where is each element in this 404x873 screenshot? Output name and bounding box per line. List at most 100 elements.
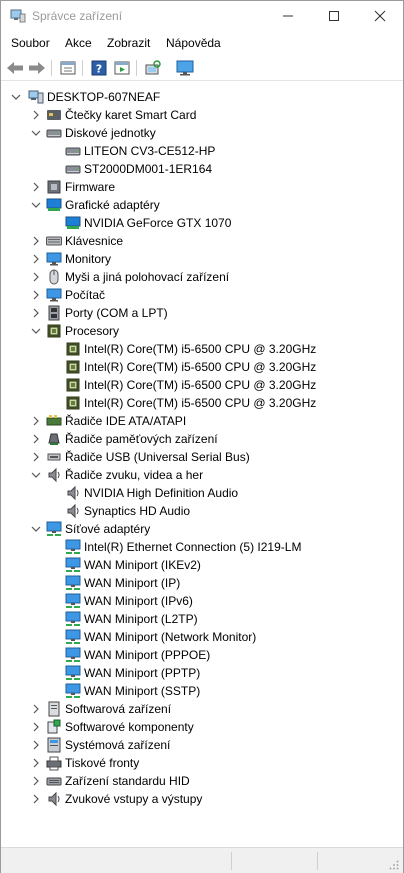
tree-device-item[interactable]: Intel(R) Core(TM) i5-6500 CPU @ 3.20GHz (1, 376, 401, 394)
tree-device-item[interactable]: WAN Miniport (IPv6) (1, 592, 401, 610)
chevron-down-icon[interactable] (11, 91, 21, 103)
run-button[interactable] (112, 58, 132, 78)
tree-category-item[interactable]: Řadiče IDE ATA/ATAPI (1, 412, 401, 430)
tree-category-item[interactable]: Zvukové vstupy a výstupy (1, 790, 401, 808)
tree-category-item[interactable]: Řadiče zvuku, videa a her (1, 466, 401, 484)
chevron-right-icon[interactable] (31, 703, 41, 715)
tree-device-item[interactable]: WAN Miniport (L2TP) (1, 610, 401, 628)
chevron-right-icon[interactable] (31, 109, 41, 121)
chevron-right-icon[interactable] (31, 775, 41, 787)
tree-item-label: Firmware (65, 180, 115, 194)
tree-category-item[interactable]: Tiskové fronty (1, 754, 401, 772)
forward-button[interactable] (27, 58, 47, 78)
tree-device-item[interactable]: WAN Miniport (Network Monitor) (1, 628, 401, 646)
tree-category-item[interactable]: Porty (COM a LPT) (1, 304, 401, 322)
chevron-right-icon[interactable] (31, 721, 41, 733)
tree-item-label: WAN Miniport (SSTP) (84, 684, 201, 698)
tree-category-item[interactable]: Zařízení standardu HID (1, 772, 401, 790)
disk-icon (46, 125, 62, 141)
tree-item-label: Procesory (65, 324, 120, 338)
tree-device-item[interactable]: WAN Miniport (PPPOE) (1, 646, 401, 664)
network-icon (65, 557, 81, 573)
menu-soubor[interactable]: Soubor (11, 36, 50, 50)
tree-category-item[interactable]: Klávesnice (1, 232, 401, 250)
chevron-right-icon[interactable] (31, 253, 41, 265)
chevron-right-icon[interactable] (31, 739, 41, 751)
chevron-right-icon[interactable] (31, 757, 41, 769)
tree-category-item[interactable]: Myši a jiná polohovací zařízení (1, 268, 401, 286)
tree-device-item[interactable]: WAN Miniport (IKEv2) (1, 556, 401, 574)
tree-device-item[interactable]: LITEON CV3-CE512-HP (1, 142, 401, 160)
scan-hardware-icon (145, 60, 161, 75)
minimize-icon (283, 15, 293, 17)
tree-device-item[interactable]: NVIDIA GeForce GTX 1070 (1, 214, 401, 232)
tree-item-label: NVIDIA High Definition Audio (84, 486, 239, 500)
chevron-right-icon[interactable] (31, 415, 41, 427)
monitor-button[interactable] (175, 58, 195, 78)
tree-item-label: WAN Miniport (IPv6) (84, 594, 193, 608)
menu-napoveda[interactable]: Nápověda (166, 36, 221, 50)
tree-category-item[interactable]: Řadiče USB (Universal Serial Bus) (1, 448, 401, 466)
tree-device-item[interactable]: Intel(R) Core(TM) i5-6500 CPU @ 3.20GHz (1, 394, 401, 412)
chevron-right-icon[interactable] (31, 289, 41, 301)
tree-category-item[interactable]: Síťové adaptéry (1, 520, 401, 538)
chevron-right-icon[interactable] (31, 793, 41, 805)
properties-button[interactable] (58, 58, 78, 78)
tree-category-item[interactable]: Grafické adaptéry (1, 196, 401, 214)
toolbar-separator (136, 60, 137, 76)
tree-category-item[interactable]: Diskové jednotky (1, 124, 401, 142)
svg-text:?: ? (96, 63, 102, 76)
back-button[interactable] (5, 58, 25, 78)
resize-grip-icon[interactable] (389, 860, 399, 870)
chevron-down-icon[interactable] (31, 127, 41, 139)
tree-device-item[interactable]: Synaptics HD Audio (1, 502, 401, 520)
tree-device-item[interactable]: WAN Miniport (IP) (1, 574, 401, 592)
firmware-icon (46, 179, 62, 195)
chevron-down-icon[interactable] (31, 325, 41, 337)
chevron-down-icon[interactable] (31, 469, 41, 481)
tree-device-item[interactable]: Intel(R) Core(TM) i5-6500 CPU @ 3.20GHz (1, 340, 401, 358)
tree-category-item[interactable]: Firmware (1, 178, 401, 196)
tree-category-item[interactable]: Procesory (1, 322, 401, 340)
tree-item-label: Intel(R) Core(TM) i5-6500 CPU @ 3.20GHz (84, 378, 317, 392)
chevron-right-icon[interactable] (31, 181, 41, 193)
storage-icon (46, 431, 62, 447)
tree-device-item[interactable]: Intel(R) Core(TM) i5-6500 CPU @ 3.20GHz (1, 358, 401, 376)
chevron-down-icon[interactable] (31, 199, 41, 211)
display-icon (46, 197, 62, 213)
chevron-right-icon[interactable] (31, 307, 41, 319)
tree-category-item[interactable]: Monitory (1, 250, 401, 268)
disk-icon (65, 143, 81, 159)
tree-category-item[interactable]: Systémová zařízení (1, 736, 401, 754)
tree-device-item[interactable]: Intel(R) Ethernet Connection (5) I219-LM (1, 538, 401, 556)
help-button[interactable]: ? (89, 58, 109, 78)
chevron-down-icon[interactable] (31, 523, 41, 535)
tree-device-item[interactable]: WAN Miniport (SSTP) (1, 682, 401, 700)
chevron-right-icon[interactable] (31, 235, 41, 247)
cpu-icon (65, 341, 81, 357)
back-arrow-icon (7, 62, 23, 74)
tree-category-item[interactable]: DESKTOP-607NEAF (1, 88, 401, 106)
properties-icon (60, 61, 76, 75)
title-bar[interactable]: Správce zařízení (1, 1, 403, 31)
tree-category-item[interactable]: Softwarová zařízení (1, 700, 401, 718)
tree-category-item[interactable]: Počítač (1, 286, 401, 304)
tree-category-item[interactable]: Čtečky karet Smart Card (1, 106, 401, 124)
tree-device-item[interactable]: NVIDIA High Definition Audio (1, 484, 401, 502)
tree-item-label: ST2000DM001-1ER164 (84, 162, 213, 176)
chevron-right-icon[interactable] (31, 451, 41, 463)
menu-akce[interactable]: Akce (65, 36, 92, 50)
chevron-right-icon[interactable] (31, 433, 41, 445)
chevron-right-icon[interactable] (31, 271, 41, 283)
minimize-button[interactable] (265, 1, 311, 31)
device-tree[interactable]: DESKTOP-607NEAF Čtečky karet Smart Card Di… (1, 85, 403, 845)
tree-device-item[interactable]: WAN Miniport (PPTP) (1, 664, 401, 682)
tree-item-label: WAN Miniport (L2TP) (84, 612, 198, 626)
maximize-button[interactable] (311, 1, 357, 31)
close-button[interactable] (357, 1, 403, 31)
tree-category-item[interactable]: Softwarové komponenty (1, 718, 401, 736)
menu-zobrazit[interactable]: Zobrazit (107, 36, 150, 50)
tree-device-item[interactable]: ST2000DM001-1ER164 (1, 160, 401, 178)
tree-category-item[interactable]: Řadiče paměťových zařízení (1, 430, 401, 448)
scan-hardware-button[interactable] (143, 58, 163, 78)
